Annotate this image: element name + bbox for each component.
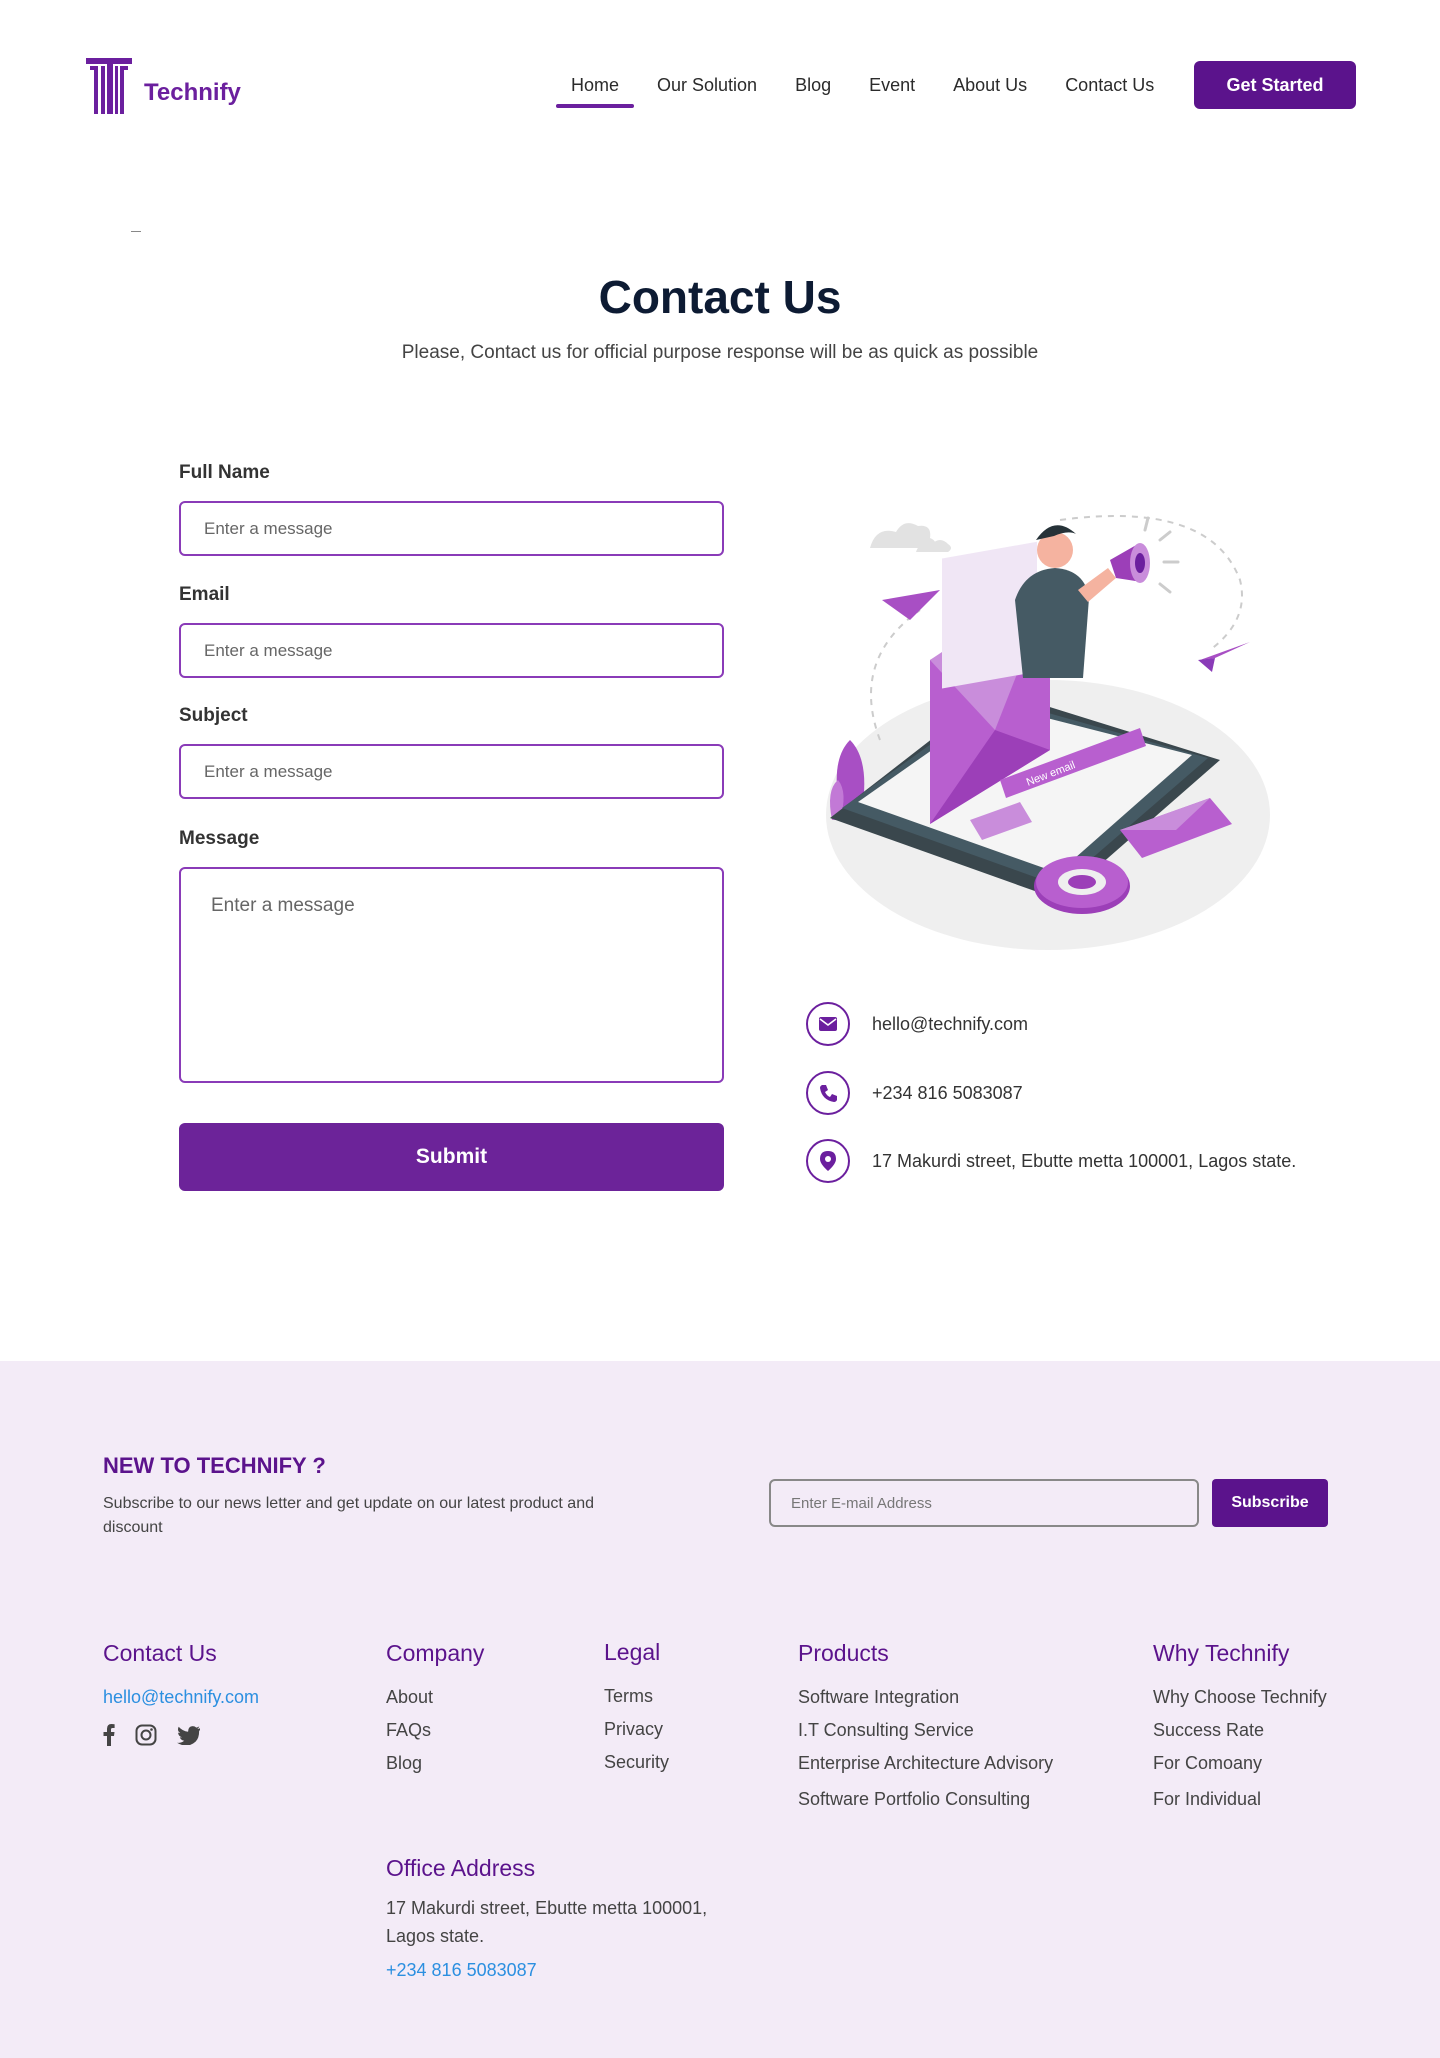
mail-icon	[806, 1002, 850, 1046]
nav-our-solution[interactable]: Our Solution	[638, 72, 776, 108]
message-label: Message	[179, 828, 260, 849]
newsletter-text: Subscribe to our news letter and get upd…	[103, 1495, 594, 1536]
site-footer: NEW TO TECHNIFY ? Subscribe to our news …	[0, 1361, 1440, 2058]
footer-link-software-integration[interactable]: Software Integration	[798, 1681, 1053, 1714]
nav-blog[interactable]: Blog	[776, 72, 850, 108]
footer-company-column: Company About FAQs Blog	[386, 1640, 484, 1780]
page-subtitle: Please, Contact us for official purpose …	[401, 342, 1039, 363]
subject-label: Subject	[179, 705, 248, 726]
brand-logo[interactable]: Technify	[86, 58, 241, 114]
footer-products-title: Products	[798, 1640, 889, 1666]
newsletter-email-input[interactable]	[769, 1479, 1199, 1527]
page-title: Contact Us	[598, 271, 842, 323]
footer-link-for-company[interactable]: For Comoany	[1153, 1747, 1327, 1780]
contact-phone[interactable]: +234 816 5083087	[872, 1083, 1023, 1104]
footer-link-security[interactable]: Security	[604, 1746, 669, 1779]
footer-link-about[interactable]: About	[386, 1681, 484, 1714]
footer-legal-title: Legal	[604, 1639, 661, 1665]
footer-contact-column: Contact Us hello@technify.com	[103, 1640, 259, 1746]
footer-link-why-choose[interactable]: Why Choose Technify	[1153, 1681, 1327, 1714]
subject-input[interactable]	[179, 744, 724, 799]
brand-name: Technify	[144, 79, 241, 106]
footer-link-blog[interactable]: Blog	[386, 1747, 484, 1780]
nav-about-us[interactable]: About Us	[934, 72, 1046, 108]
footer-link-success-rate[interactable]: Success Rate	[1153, 1714, 1327, 1747]
get-started-button[interactable]: Get Started	[1194, 61, 1356, 109]
footer-link-for-individual[interactable]: For Individual	[1153, 1783, 1327, 1816]
contact-address-row: 17 Makurdi street, Ebutte metta 100001, …	[806, 1139, 1296, 1183]
footer-contact-title: Contact Us	[103, 1640, 217, 1666]
facebook-icon[interactable]	[103, 1724, 115, 1746]
footer-email-link[interactable]: hello@technify.com	[103, 1681, 259, 1714]
footer-office-column: Office Address 17 Makurdi street, Ebutte…	[386, 1855, 746, 1987]
footer-office-address: 17 Makurdi street, Ebutte metta 100001, …	[386, 1898, 708, 1946]
contact-email[interactable]: hello@technify.com	[872, 1014, 1028, 1035]
footer-company-title: Company	[386, 1640, 485, 1666]
footer-link-faqs[interactable]: FAQs	[386, 1714, 484, 1747]
footer-office-phone[interactable]: +234 816 5083087	[386, 1954, 746, 1987]
footer-link-software-portfolio[interactable]: Software Portfolio Consulting	[798, 1783, 1053, 1816]
footer-link-enterprise-architecture[interactable]: Enterprise Architecture Advisory	[798, 1747, 1053, 1780]
message-textarea[interactable]	[179, 867, 724, 1083]
footer-legal-column: Legal Terms Privacy Security	[604, 1639, 669, 1779]
twitter-icon[interactable]	[177, 1725, 200, 1745]
footer-office-title: Office Address	[386, 1855, 536, 1881]
full-name-input[interactable]	[179, 501, 724, 556]
footer-products-column: Products Software Integration I.T Consul…	[798, 1640, 1053, 1816]
contact-phone-row: +234 816 5083087	[806, 1071, 1023, 1115]
instagram-icon[interactable]	[135, 1724, 157, 1746]
contact-form: Full Name Email Subject Message Submit	[179, 462, 724, 1191]
phone-icon	[806, 1071, 850, 1115]
social-links	[103, 1724, 259, 1746]
nav-home[interactable]: Home	[552, 72, 638, 108]
divider	[131, 231, 141, 232]
footer-link-terms[interactable]: Terms	[604, 1680, 669, 1713]
footer-link-privacy[interactable]: Privacy	[604, 1713, 669, 1746]
subscribe-button[interactable]: Subscribe	[1212, 1479, 1328, 1527]
footer-why-title: Why Technify	[1153, 1640, 1290, 1666]
footer-link-it-consulting[interactable]: I.T Consulting Service	[798, 1714, 1053, 1747]
email-input[interactable]	[179, 623, 724, 678]
contact-address: 17 Makurdi street, Ebutte metta 100001, …	[872, 1150, 1297, 1171]
newsletter-title: NEW TO TECHNIFY ?	[103, 1453, 326, 1478]
submit-button[interactable]: Submit	[179, 1123, 724, 1191]
site-header: Technify Home Our Solution Blog Event Ab…	[0, 0, 1440, 170]
location-pin-icon	[806, 1139, 850, 1183]
nav-contact-us[interactable]: Contact Us	[1046, 72, 1173, 108]
contact-illustration: New email	[826, 515, 1270, 950]
technify-logo-icon	[86, 58, 132, 114]
nav-event[interactable]: Event	[850, 72, 934, 108]
footer-why-column: Why Technify Why Choose Technify Success…	[1153, 1640, 1327, 1816]
full-name-label: Full Name	[179, 462, 270, 483]
email-label: Email	[179, 584, 230, 605]
main-nav: Home Our Solution Blog Event About Us Co…	[552, 72, 1173, 108]
contact-email-row: hello@technify.com	[806, 1002, 1028, 1046]
